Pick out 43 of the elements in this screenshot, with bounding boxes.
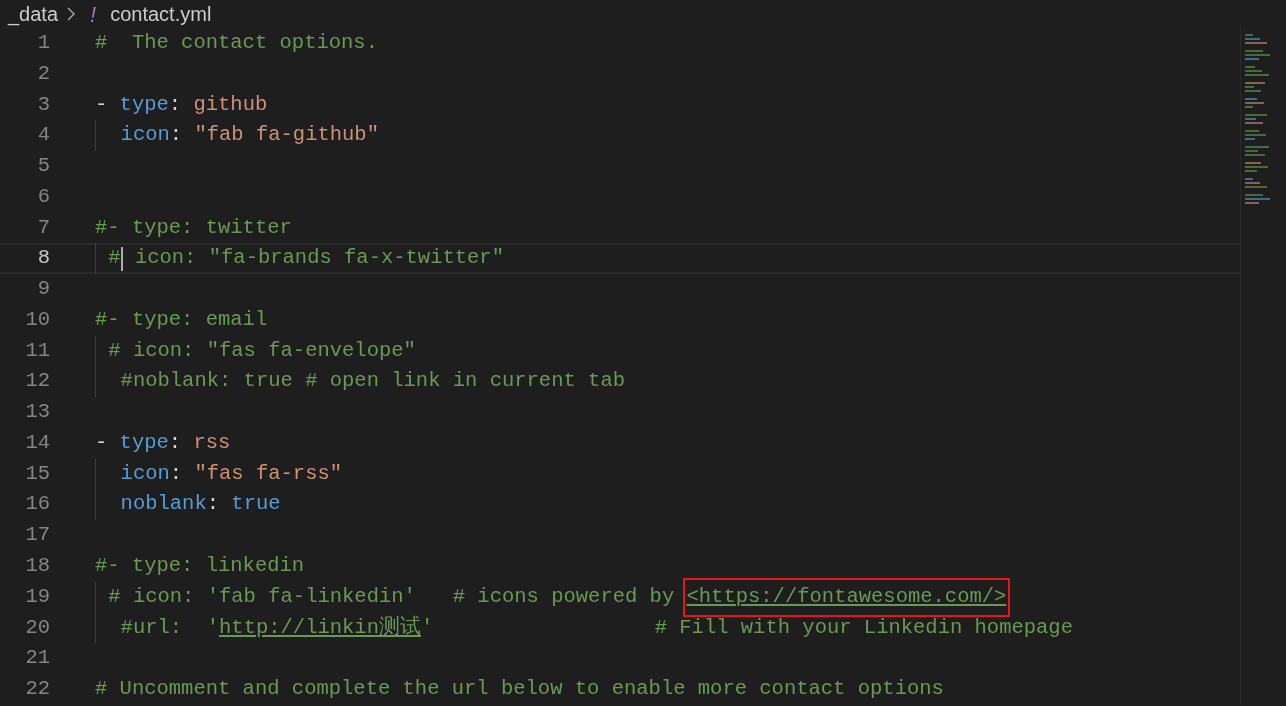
line-number: 1 bbox=[36, 30, 50, 56]
breadcrumb-item[interactable]: _data bbox=[8, 0, 59, 29]
line-number: 6 bbox=[36, 183, 50, 210]
code-line: # The contact options. bbox=[95, 30, 378, 56]
line-number: 8 bbox=[36, 245, 50, 272]
chevron-right-icon bbox=[66, 6, 77, 22]
code-line: - type: github bbox=[95, 91, 268, 118]
line-number: 14 bbox=[24, 429, 50, 456]
code-line: #- type: twitter bbox=[95, 214, 292, 241]
line-number: 16 bbox=[24, 491, 50, 518]
link[interactable]: http://linkin测试 bbox=[219, 612, 421, 644]
line-number: 20 bbox=[24, 614, 50, 641]
line-number: 7 bbox=[36, 214, 50, 241]
code-line: icon: "fas fa-rss" bbox=[95, 458, 343, 490]
line-number: 19 bbox=[24, 583, 50, 610]
line-number: 9 bbox=[36, 276, 50, 303]
line-number: 15 bbox=[24, 460, 50, 487]
line-number: 17 bbox=[24, 522, 50, 549]
line-number: 10 bbox=[24, 306, 50, 333]
line-number: 18 bbox=[24, 553, 50, 579]
code-line: # icon: 'fab fa-linkedin' # icons powered by <https://fontawesome.com/> bbox=[95, 581, 1007, 613]
code-line: # icon: "fas fa-envelope" bbox=[95, 335, 416, 367]
code-line: #url: 'http://linkin测试' # Fill with your Linkedin homepage bbox=[95, 612, 1073, 644]
line-number: 11 bbox=[24, 337, 50, 364]
line-number: 21 bbox=[24, 645, 50, 672]
breadcrumb-item[interactable]: contact.yml bbox=[110, 0, 212, 29]
line-number: 5 bbox=[36, 153, 50, 180]
line-number: 12 bbox=[24, 368, 50, 395]
line-number: 2 bbox=[36, 60, 50, 87]
code-line: noblank: true bbox=[95, 489, 281, 521]
code-line: #- type: linkedin bbox=[95, 553, 305, 579]
code-line: icon: "fab fa-github" bbox=[95, 120, 379, 152]
yaml-file-icon: ! bbox=[90, 0, 97, 31]
code-line: #noblank: true # open link in current tab bbox=[95, 366, 625, 398]
line-number: 13 bbox=[24, 399, 50, 426]
line-number: 3 bbox=[36, 91, 50, 118]
code-line: #- type: email bbox=[95, 306, 268, 333]
line-number: 4 bbox=[36, 122, 50, 149]
text-cursor bbox=[120, 246, 123, 271]
code-line: - type: rss bbox=[95, 429, 231, 456]
code-line: # icon: "fa-brands fa-x-twitter" bbox=[95, 243, 504, 275]
code-line: # Uncomment and complete the url below to enable more contact options bbox=[95, 676, 944, 703]
line-number: 22 bbox=[24, 676, 50, 703]
